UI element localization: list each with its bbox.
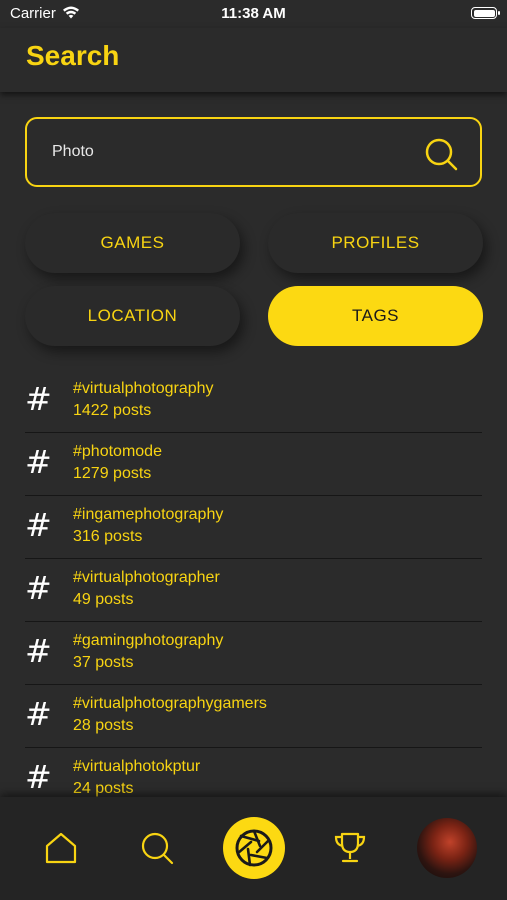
camera-aperture-icon [235, 829, 273, 867]
hashtag-icon: # [25, 506, 52, 544]
search-input-value: Photo [52, 143, 94, 160]
tag-post-count: 24 posts [73, 780, 134, 797]
tag-post-count: 1422 posts [73, 402, 152, 419]
home-icon [45, 832, 77, 864]
filter-profiles-button[interactable]: PROFILES [268, 213, 483, 273]
tag-post-count: 28 posts [73, 717, 134, 734]
trophy-icon [334, 832, 366, 863]
filter-games-button[interactable]: GAMES [25, 213, 240, 273]
tab-leaderboard[interactable] [319, 817, 381, 879]
battery-icon [471, 7, 500, 19]
tag-row[interactable]: # #virtualphotographer 49 posts [25, 559, 482, 622]
filter-location-button[interactable]: LOCATION [25, 286, 240, 346]
hashtag-icon: # [25, 695, 52, 733]
tag-post-count: 1279 posts [73, 465, 152, 482]
hashtag-icon: # [25, 758, 52, 796]
page-title: Search [26, 40, 120, 71]
tag-row[interactable]: # #virtualphotography 1422 posts [25, 370, 482, 433]
hashtag-icon: # [25, 632, 52, 670]
tag-name: #virtualphotographygamers [73, 695, 267, 712]
tag-post-count: 49 posts [73, 591, 134, 608]
tab-search[interactable] [126, 817, 188, 879]
clock: 11:38 AM [221, 5, 286, 22]
header: Search [0, 28, 507, 92]
tag-post-count: 37 posts [73, 654, 134, 671]
search-input[interactable]: Photo [25, 117, 482, 187]
tag-row[interactable]: # #gamingphotography 37 posts [25, 622, 482, 685]
tag-name: #gamingphotography [73, 632, 224, 649]
hashtag-icon: # [25, 569, 52, 607]
tag-row[interactable]: # #virtualphotographygamers 28 posts [25, 685, 482, 748]
search-icon[interactable] [424, 137, 458, 171]
status-bar: Carrier 11:38 AM [0, 0, 507, 28]
tab-bar [0, 797, 507, 900]
tab-profile[interactable] [416, 817, 478, 879]
filter-tags-button[interactable]: TAGS [268, 286, 483, 346]
tag-results-list: # #virtualphotography 1422 posts # #phot… [25, 370, 482, 810]
tag-name: #virtualphotokptur [73, 758, 201, 775]
tag-row[interactable]: # #ingamephotography 316 posts [25, 496, 482, 559]
tag-name: #ingamephotography [73, 506, 224, 523]
hashtag-icon: # [25, 443, 52, 481]
hashtag-icon: # [25, 380, 52, 418]
search-icon [141, 832, 174, 865]
tag-row[interactable]: # #photomode 1279 posts [25, 433, 482, 496]
tag-name: #virtualphotography [73, 380, 214, 397]
tag-name: #photomode [73, 443, 162, 460]
tab-camera[interactable] [223, 817, 285, 879]
tag-post-count: 316 posts [73, 528, 143, 545]
tag-name: #virtualphotographer [73, 569, 220, 586]
tab-home[interactable] [30, 817, 92, 879]
avatar [417, 818, 477, 878]
